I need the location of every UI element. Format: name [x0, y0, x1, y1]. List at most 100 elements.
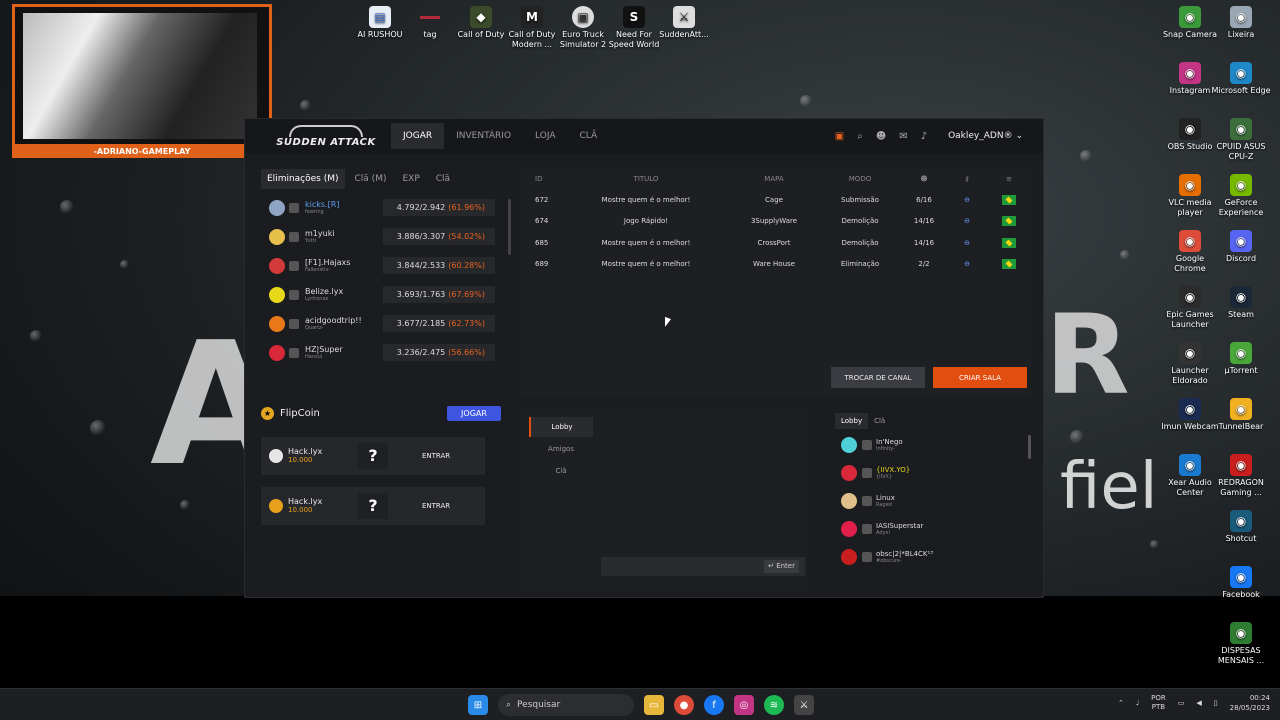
desktop-icon-7[interactable]: ◉ GeForce Experience	[1211, 174, 1271, 218]
friend-row[interactable]: IASISuperstar Adyx!	[835, 515, 1031, 543]
desktop-icon-5[interactable]: ◉ CPUID ASUS CPU-Z	[1211, 118, 1271, 162]
battery-icon[interactable]: ▯	[1214, 699, 1218, 707]
friend-row[interactable]: {IIVX.YO} {IIVX}	[835, 459, 1031, 487]
chat-input[interactable]: ↵ Enter	[601, 557, 805, 576]
taskbar: ⊞ ⌕ Pesquisar ▭ ● f ◎ ≋ ⚔ ⌃ ♩ POR PTB ▭ …	[0, 688, 1280, 720]
nav-jogar[interactable]: JOGAR	[391, 123, 445, 149]
nav-loja[interactable]: LOJA	[523, 123, 567, 149]
game-topbar: SUDDEN ATTACK JOGAR INVENTÁRIO LOJA CLÃ …	[245, 119, 1043, 153]
player-clan: Lyrtronax	[305, 295, 329, 302]
desktop-icon-9[interactable]: ◉ Discord	[1211, 230, 1271, 264]
flipcoin-enter-button[interactable]: ENTRAR	[422, 502, 450, 510]
facebook-icon[interactable]: f	[704, 695, 724, 715]
ranking-row[interactable]: HZ|Super Hanzul 3.236/2.475 (56.66%)	[261, 338, 507, 367]
system-tray: ⌃ ♩ POR PTB ▭ ◀ ▯ 00:24 28/05/2023	[1118, 693, 1270, 713]
language-indicator[interactable]: POR PTB	[1151, 694, 1166, 712]
friend-info: In'Nego Infinity-	[876, 438, 903, 452]
mouse-cursor-icon	[665, 316, 671, 330]
chrome-icon[interactable]: ●	[674, 695, 694, 715]
room-row[interactable]: 689 Mostre quem é o melhor! Ware House Elim…	[521, 254, 1031, 276]
ranking-scrollbar[interactable]	[508, 199, 511, 255]
friend-row[interactable]: Linux Raged	[835, 487, 1031, 515]
chevron-up-icon[interactable]: ⌃	[1118, 699, 1124, 707]
desktop-icon-20[interactable]: ◉ DISPESAS MENSAIS ...	[1211, 622, 1271, 666]
app-icon: ◉	[1230, 510, 1252, 532]
desktop-icon-18[interactable]: ◉ Shotcut	[1211, 510, 1271, 544]
friend-clan: {IIVX}	[876, 474, 893, 480]
tab-eliminacoes[interactable]: Eliminações (M)	[261, 169, 345, 189]
desktop-icon-17[interactable]: ◉ REDRAGON Gaming ...	[1211, 454, 1271, 498]
desktop-icon-11[interactable]: ◉ Steam	[1211, 286, 1271, 320]
chat-tab-lobby[interactable]: Lobby	[529, 417, 593, 437]
room-row[interactable]: 674 Jogo Rápido! 3SupplyWare Demolição 14/16…	[521, 211, 1031, 233]
instagram-icon[interactable]: ◎	[734, 695, 754, 715]
ranking-panel: Eliminações (M) Clã (M) EXP Clã kicks.[R…	[261, 169, 511, 389]
desktop-icon-label: µTorrent	[1224, 366, 1258, 375]
players-icon: ☻	[920, 175, 928, 183]
app-icon: ◉	[1230, 286, 1252, 308]
friends-icon[interactable]: ☻	[876, 131, 886, 142]
flipcoin-play-button[interactable]: JOGAR	[447, 405, 501, 421]
desktop-icon-19[interactable]: ◉ Facebook	[1211, 566, 1271, 600]
clock[interactable]: 00:24 28/05/2023	[1230, 693, 1270, 713]
room-mode: Demolição	[841, 238, 879, 247]
volume-icon[interactable]: ◀	[1196, 699, 1201, 707]
desktop-icon-label: Facebook	[1222, 590, 1260, 599]
room-row[interactable]: 685 Mostre quem é o melhor! CrossPort Demol…	[521, 232, 1031, 254]
chat-tab-amigos[interactable]: Amigos	[529, 439, 593, 459]
sudden-attack-taskbar-icon[interactable]: ⚔	[794, 695, 814, 715]
webcam-overlay: -ADRIANO-GAMEPLAY	[12, 4, 272, 158]
player-name: m1yuki	[305, 228, 335, 238]
change-channel-button[interactable]: TROCAR DE CANAL	[831, 367, 925, 388]
ranking-row[interactable]: m1yuki Yutti 3.886/3.307 (54.02%)	[261, 222, 507, 251]
friend-row[interactable]: obsc|2|*BL4CK¹³ #obscure-	[835, 543, 1031, 571]
clan-badge-icon	[289, 231, 299, 242]
user-menu[interactable]: Oakley_ADN® ⌄	[948, 131, 1023, 141]
tab-cla[interactable]: Clã	[430, 169, 456, 189]
taskbar-search[interactable]: ⌕ Pesquisar	[498, 694, 634, 716]
calendar-icon[interactable]: ▣	[835, 131, 844, 142]
room-players: 6/16	[916, 195, 932, 204]
friends-tab-cla[interactable]: Clã	[868, 413, 891, 429]
score-percent: (56.66%)	[448, 348, 485, 357]
desktop-icon-15[interactable]: ◉ TunnelBear	[1211, 398, 1271, 432]
ranking-player: HZ|Super Hanzul	[305, 345, 379, 361]
microphone-icon[interactable]: ♩	[1136, 699, 1139, 707]
search-icon[interactable]: ⌕	[857, 131, 863, 142]
bell-icon[interactable]: ♪	[921, 131, 927, 142]
friend-avatar	[841, 493, 857, 509]
create-room-button[interactable]: CRIAR SALA	[933, 367, 1027, 388]
desktop-icon-label: Lixeira	[1227, 30, 1255, 39]
windows-start-icon[interactable]: ⊞	[468, 695, 488, 715]
flipcoin-enter-button[interactable]: ENTRAR	[422, 452, 450, 460]
mail-icon[interactable]: ✉	[899, 131, 907, 142]
tab-cla-m[interactable]: Clã (M)	[349, 169, 393, 189]
file-explorer-icon[interactable]: ▭	[644, 695, 664, 715]
room-players: 14/16	[913, 238, 935, 247]
network-icon[interactable]: ▭	[1178, 699, 1185, 707]
desktop-icon-13[interactable]: ◉ µTorrent	[1211, 342, 1271, 376]
friend-name: obsc|2|*BL4CK¹³	[876, 550, 934, 558]
room-row[interactable]: 672 Mostre quem é o melhor! Cage Submissão 6…	[521, 189, 1031, 211]
gamepad-icon: ⊖	[964, 238, 970, 247]
chat-tab-cla[interactable]: Clã	[529, 461, 593, 481]
friend-avatar	[841, 437, 857, 453]
ranking-score: 4.792/2.942 (61.96%)	[383, 199, 495, 216]
friends-scrollbar[interactable]	[1028, 435, 1031, 459]
desktop-icon-1[interactable]: ◉ Lixeira	[1211, 6, 1271, 40]
spotify-icon[interactable]: ≋	[764, 695, 784, 715]
ranking-row[interactable]: [F1].Hajaxs Fallenstiv- 3.844/2.533 (60.28%…	[261, 251, 507, 280]
friends-tab-lobby[interactable]: Lobby	[835, 413, 869, 429]
friend-row[interactable]: In'Nego Infinity-	[835, 431, 1031, 459]
tab-exp[interactable]: EXP	[396, 169, 425, 189]
desktop-icon-3[interactable]: ◉ Microsoft Edge	[1211, 62, 1271, 96]
flipcoin-user: Hack.lyx 10.000	[288, 497, 358, 515]
ranking-row[interactable]: kicks.[R] fewring 4.792/2.942 (61.96%)	[261, 193, 507, 222]
brazil-flag-icon	[1002, 216, 1016, 227]
desktop-icon-sudden-attack[interactable]: ⚔ SuddenAtt...	[654, 6, 714, 40]
nav-cla[interactable]: CLÃ	[567, 123, 609, 149]
ranking-row[interactable]: Belize.lyx Lyrtronax 3.693/1.763 (67.69%)	[261, 280, 507, 309]
enter-button[interactable]: ↵ Enter	[764, 560, 799, 573]
ranking-row[interactable]: acidgoodtrip!! Quartz- 3.677/2.185 (62.73%)	[261, 309, 507, 338]
nav-inventario[interactable]: INVENTÁRIO	[444, 123, 523, 149]
